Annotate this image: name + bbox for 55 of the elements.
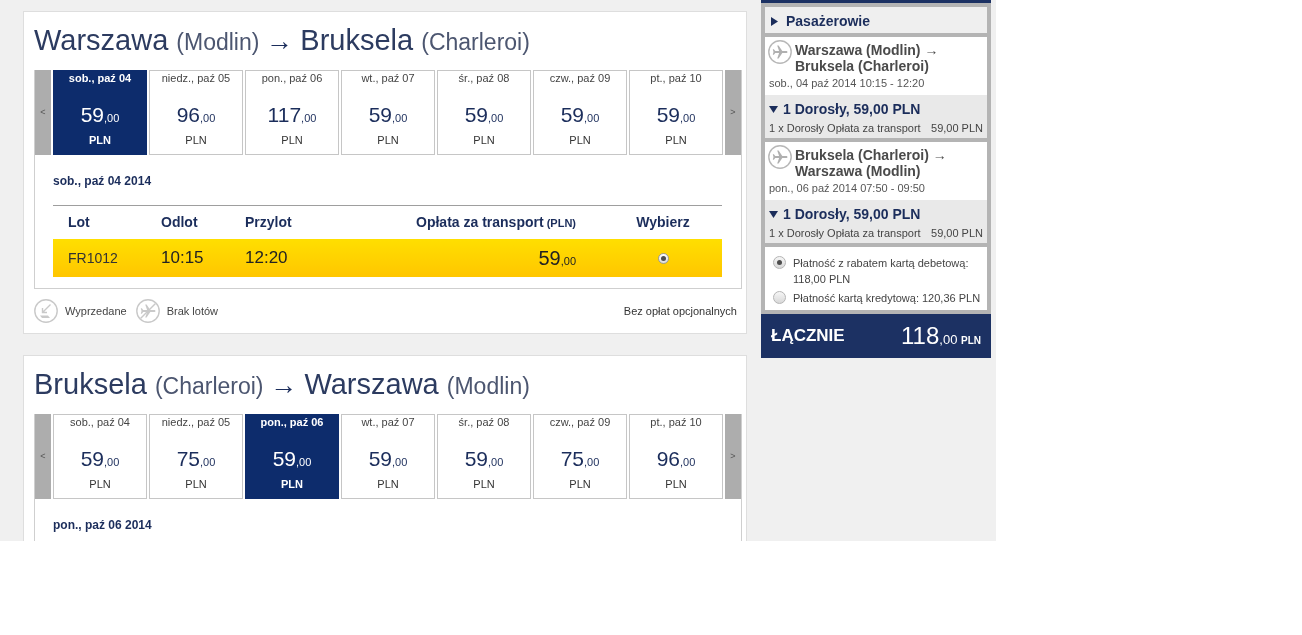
- arrival-time: 12:20: [245, 247, 288, 270]
- plane-icon: [768, 145, 792, 169]
- day-tile[interactable]: niedz., paź 05 96,00 PLN: [149, 70, 243, 155]
- day-tile[interactable]: wt., paź 07 59,00 PLN: [341, 70, 435, 155]
- column-header: Lot: [68, 213, 90, 232]
- next-button[interactable]: >: [725, 70, 741, 155]
- fare-item-label: 1 x Dorosły Opłata za transport: [769, 226, 921, 240]
- departure-time: 10:15: [161, 247, 204, 270]
- selected-date: pon., paź 06 2014: [53, 518, 152, 532]
- day-tile[interactable]: śr., paź 08 59,00 PLN: [437, 70, 531, 155]
- total-amount: 118,00 PLN: [901, 322, 981, 351]
- select-radio[interactable]: [657, 252, 669, 264]
- day-tile[interactable]: niedz., paź 05 75,00 PLN: [149, 414, 243, 499]
- column-header: Odlot: [161, 213, 198, 232]
- day-tile[interactable]: śr., paź 08 59,00 PLN: [437, 414, 531, 499]
- column-header: Wybierz: [636, 213, 690, 232]
- column-header: Opłata za transport (PLN): [416, 213, 576, 232]
- fare-price: 59,00: [538, 246, 576, 271]
- next-button[interactable]: >: [725, 414, 741, 499]
- day-tile[interactable]: sob., paź 04 59,00 PLN: [53, 70, 147, 155]
- fare-toggle[interactable]: 1 Dorosły, 59,00 PLN: [769, 101, 921, 117]
- column-header: Przylot: [245, 213, 292, 232]
- payment-radio[interactable]: [773, 291, 786, 304]
- plane-icon: [768, 40, 792, 64]
- payment-option-label: Płatność kartą kredytową: 120,36 PLN: [793, 291, 981, 306]
- trip-schedule: pon., 06 paź 2014 07:50 - 09:50: [768, 181, 925, 195]
- trip-route: Bruksela (Charleroi) → Warszawa (Modlin): [795, 147, 948, 179]
- day-tile[interactable]: pon., paź 06 117,00 PLN: [245, 70, 339, 155]
- day-tile[interactable]: czw., paź 09 59,00 PLN: [533, 70, 627, 155]
- previous-button[interactable]: <: [35, 70, 51, 155]
- fare-item-amount: 59,00 PLN: [931, 226, 983, 240]
- day-tile[interactable]: sob., paź 04 59,00 PLN: [53, 414, 147, 499]
- legend-label: Wyprzedane: [65, 303, 127, 319]
- fare-item-label: 1 x Dorosły Opłata za transport: [769, 121, 921, 135]
- selected-date: sob., paź 04 2014: [53, 174, 152, 188]
- day-tile[interactable]: pt., paź 10 96,00 PLN: [629, 414, 723, 499]
- total-label: ŁĄCZNIE: [771, 325, 845, 348]
- day-tile[interactable]: pt., paź 10 59,00 PLN: [629, 70, 723, 155]
- day-tile[interactable]: wt., paź 07 59,00 PLN: [341, 414, 435, 499]
- flight-number: FR1012: [68, 248, 118, 268]
- payment-option-label: Płatność z rabatem kartą debetową: 118,00 PLN: [793, 256, 970, 287]
- route-title: Warszawa (Modlin) → Bruksela (Charleroi): [34, 22, 530, 58]
- day-tile[interactable]: pon., paź 06 59,00 PLN: [245, 414, 339, 499]
- legend-label: Brak lotów: [166, 303, 218, 319]
- crossed-plane-icon: [135, 299, 160, 323]
- passengers-toggle[interactable]: Pasażerowie: [765, 7, 987, 33]
- payment-radio[interactable]: [773, 256, 786, 269]
- fare-note: Bez opłat opcjonalnych: [623, 303, 737, 319]
- fare-toggle[interactable]: 1 Dorosły, 59,00 PLN: [769, 206, 921, 222]
- fare-item-amount: 59,00 PLN: [931, 121, 983, 135]
- trip-schedule: sob., 04 paź 2014 10:15 - 12:20: [768, 76, 925, 90]
- trip-route: Warszawa (Modlin) → Bruksela (Charleroi): [795, 42, 940, 74]
- route-title: Bruksela (Charleroi) → Warszawa (Modlin): [34, 366, 530, 402]
- day-tile[interactable]: czw., paź 09 75,00 PLN: [533, 414, 627, 499]
- previous-button[interactable]: <: [35, 414, 51, 499]
